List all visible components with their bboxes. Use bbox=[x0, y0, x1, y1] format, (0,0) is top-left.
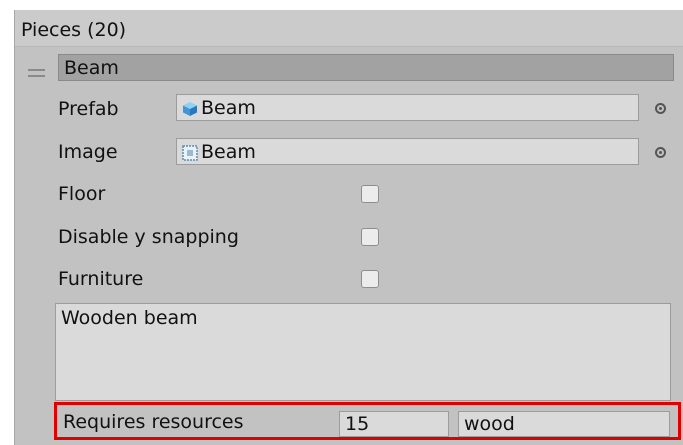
description-text: Wooden beam bbox=[61, 307, 198, 329]
prefab-label: Prefab bbox=[58, 98, 119, 120]
image-field[interactable]: Beam bbox=[176, 138, 639, 165]
prefab-picker-icon[interactable] bbox=[655, 103, 666, 114]
image-label: Image bbox=[58, 141, 118, 163]
furniture-checkbox[interactable] bbox=[361, 270, 379, 288]
cube-icon bbox=[183, 102, 197, 116]
pieces-header-label: Pieces (20) bbox=[21, 19, 127, 41]
image-value: Beam bbox=[201, 141, 256, 163]
prefab-value: Beam bbox=[201, 97, 256, 119]
resource-amount-value: 15 bbox=[345, 413, 370, 435]
pieces-header[interactable]: Pieces (20) bbox=[15, 10, 683, 47]
piece-name-value: Beam bbox=[64, 57, 119, 79]
image-picker-icon[interactable] bbox=[655, 147, 666, 158]
resource-amount-field[interactable]: 15 bbox=[339, 411, 449, 437]
drag-handle-icon[interactable] bbox=[28, 69, 45, 80]
piece-name-field[interactable]: Beam bbox=[58, 54, 674, 81]
floor-label: Floor bbox=[58, 183, 106, 205]
sprite-icon bbox=[182, 145, 198, 161]
requires-resources-highlight: Requires resources 15 wood bbox=[54, 402, 681, 440]
description-textarea[interactable]: Wooden beam bbox=[55, 303, 671, 401]
pieces-panel: Pieces (20) Beam Prefab Beam Image Beam … bbox=[14, 10, 683, 445]
prefab-field[interactable]: Beam bbox=[176, 94, 639, 121]
furniture-label: Furniture bbox=[58, 268, 144, 290]
resource-name-field[interactable]: wood bbox=[458, 411, 670, 437]
disable-y-snapping-checkbox[interactable] bbox=[361, 228, 379, 246]
floor-checkbox[interactable] bbox=[361, 185, 379, 203]
resource-name-value: wood bbox=[464, 413, 515, 435]
disable-y-snapping-label: Disable y snapping bbox=[58, 226, 239, 248]
requires-resources-label: Requires resources bbox=[63, 411, 244, 433]
